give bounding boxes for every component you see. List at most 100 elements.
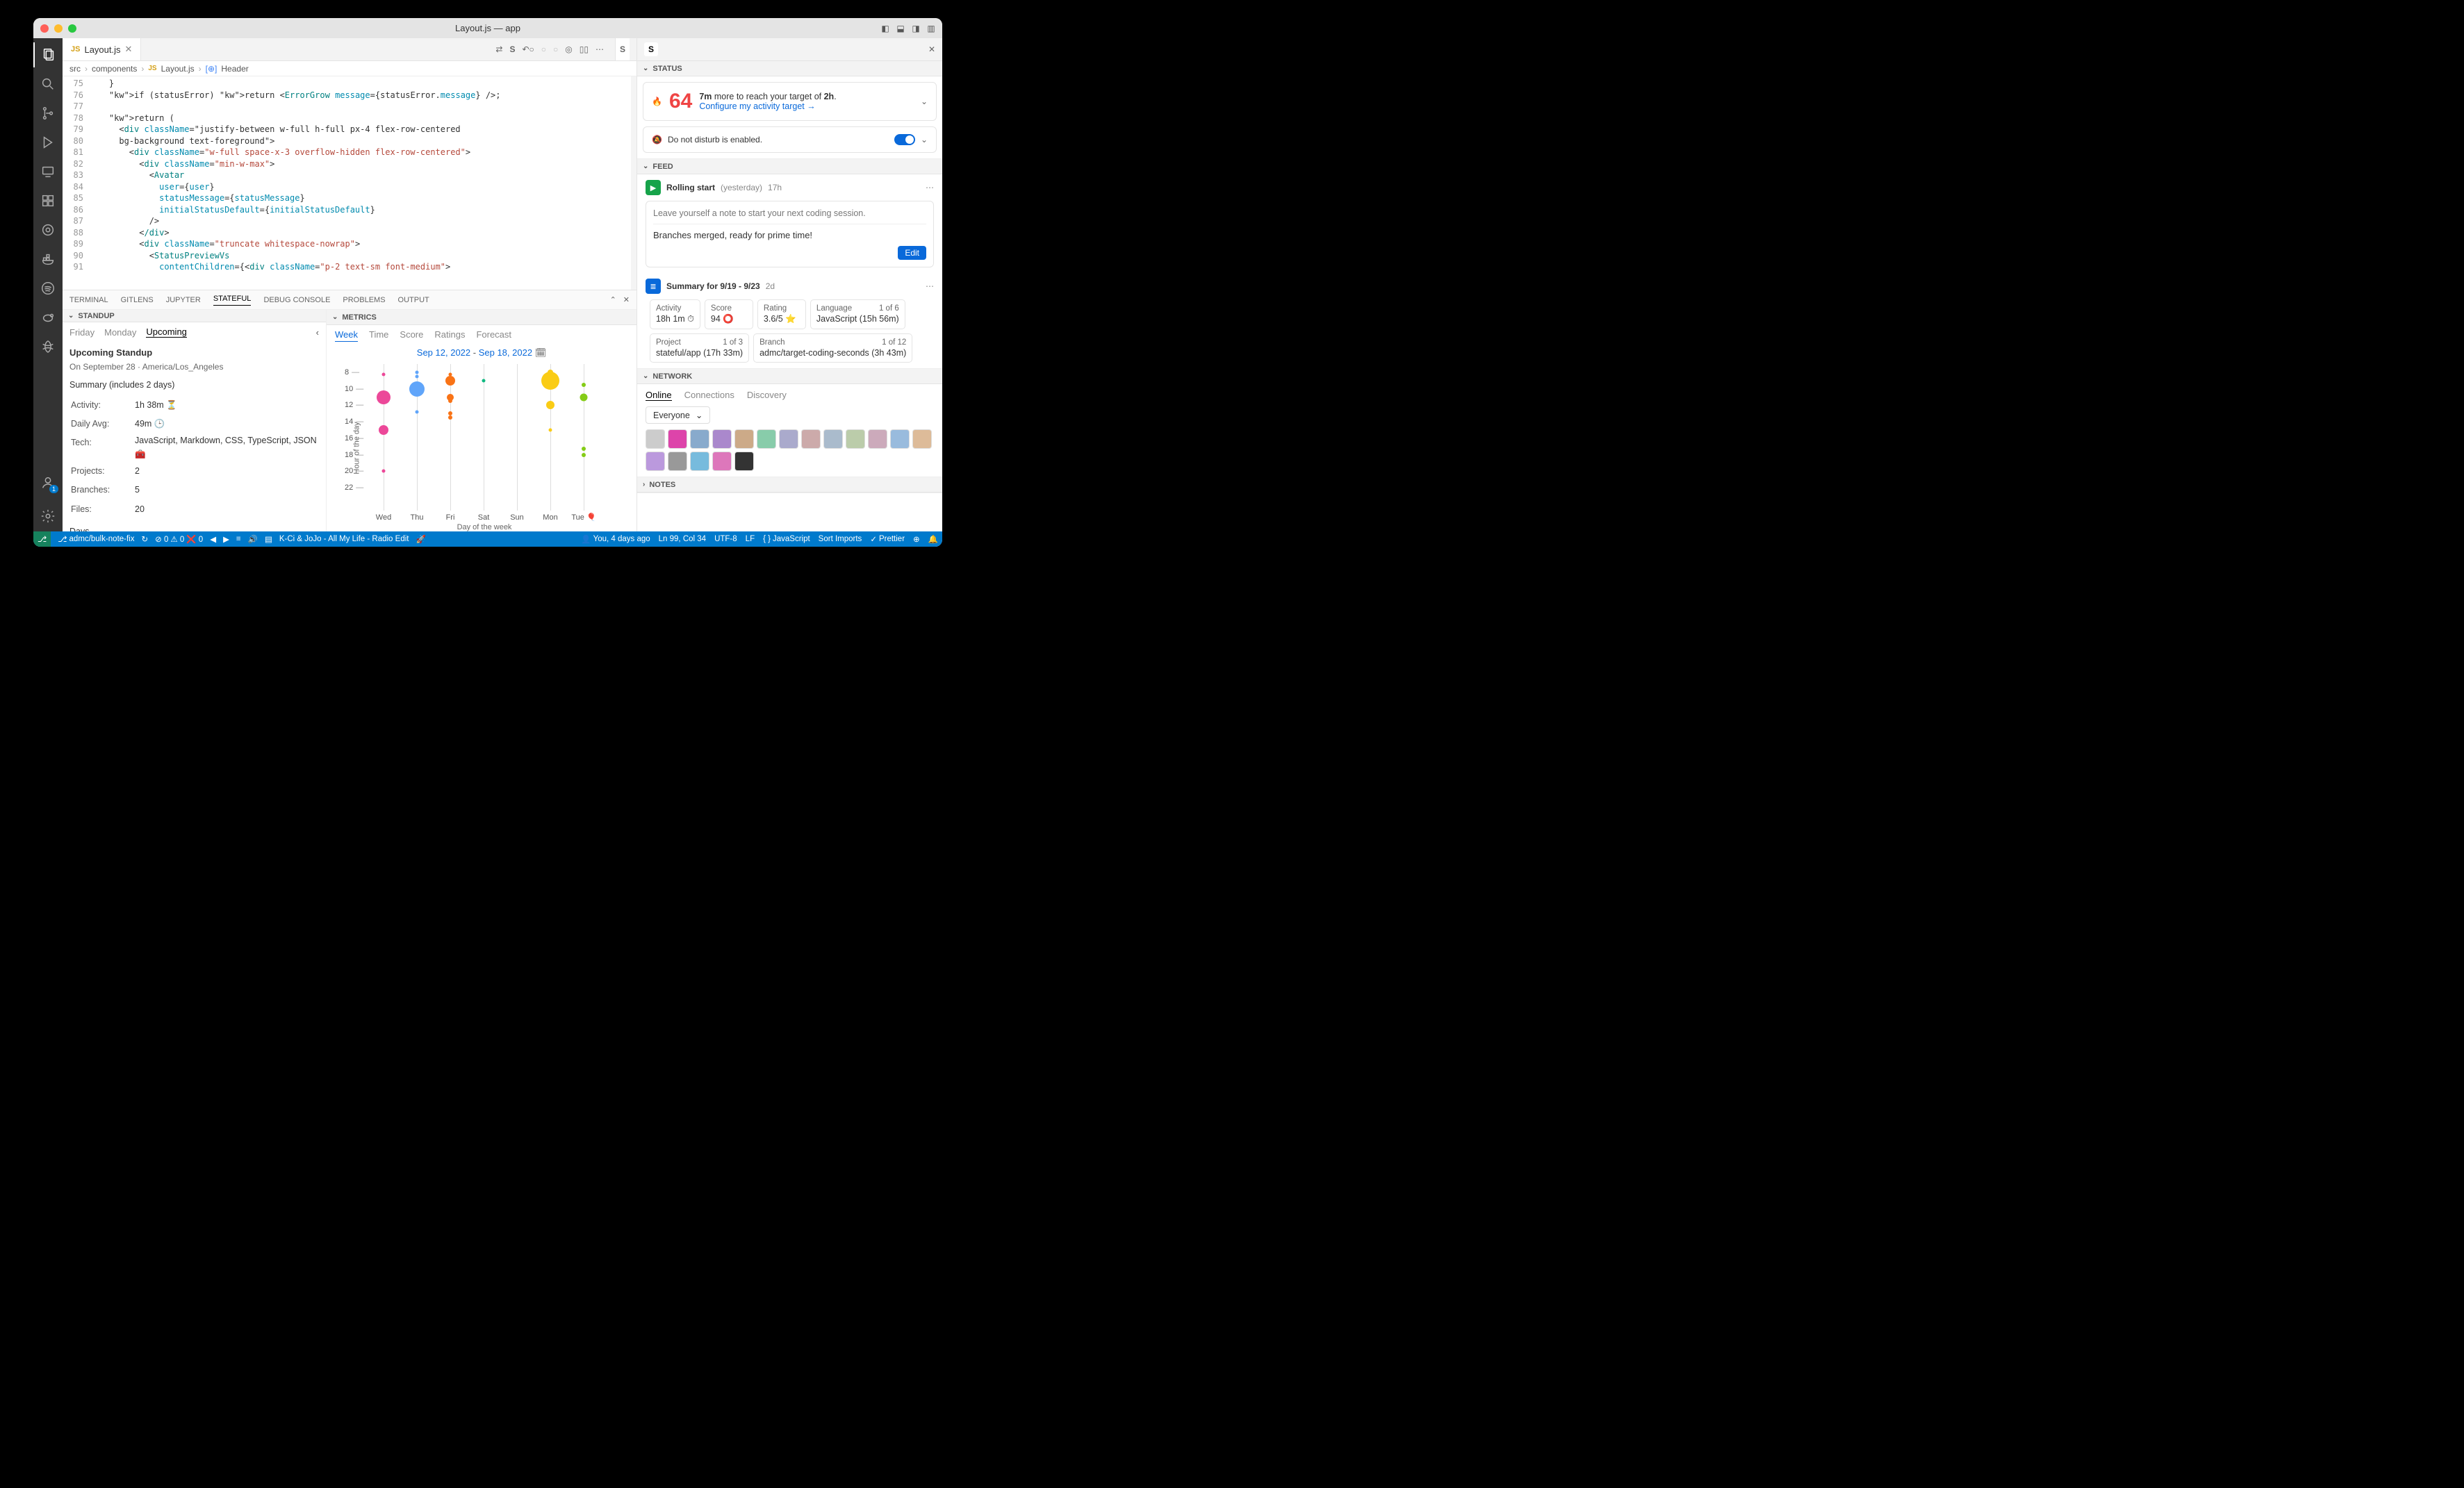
encoding[interactable]: UTF-8 — [714, 534, 737, 544]
standup-tab[interactable]: Upcoming — [146, 326, 187, 338]
user-avatar[interactable] — [868, 429, 887, 449]
summary-card[interactable]: Rating3.6/5 ⭐ — [757, 299, 806, 329]
panel-left-icon[interactable]: ◧ — [880, 24, 891, 33]
metric-tab[interactable]: Score — [400, 329, 423, 342]
network-tab[interactable]: Online — [646, 390, 672, 401]
panel-tab[interactable]: OUTPUT — [398, 296, 429, 304]
git-commit-icon[interactable]: ↶○ — [522, 44, 534, 54]
remote-explorer-icon[interactable] — [33, 159, 63, 184]
prettier[interactable]: ✓ Prettier — [870, 534, 905, 544]
user-avatar[interactable] — [890, 429, 910, 449]
notes-header[interactable]: ›NOTES — [637, 477, 942, 493]
compass-icon[interactable] — [33, 334, 63, 359]
user-avatar[interactable] — [801, 429, 821, 449]
summary-card[interactable]: Language1 of 6JavaScript (15h 56m) — [810, 299, 905, 329]
git-branch[interactable]: ⎇ admc/bulk-note-fix — [58, 534, 134, 544]
user-avatar[interactable] — [846, 429, 865, 449]
minimize-window-button[interactable] — [54, 24, 63, 33]
panel-tab[interactable]: DEBUG CONSOLE — [263, 296, 330, 304]
panel-bottom-icon[interactable]: ⬓ — [895, 24, 906, 33]
docker-icon[interactable] — [33, 247, 63, 272]
bell-icon[interactable]: 🔔 — [928, 534, 938, 544]
standup-tab[interactable]: Friday — [69, 327, 95, 338]
panel-tab[interactable]: JUPYTER — [166, 296, 201, 304]
target-icon[interactable]: ◎ — [565, 44, 572, 54]
user-avatar[interactable] — [823, 429, 843, 449]
sort-imports[interactable]: Sort Imports — [819, 534, 862, 544]
expand-icon[interactable]: ⌄ — [921, 135, 928, 144]
sync-icon[interactable]: ↻ — [142, 534, 149, 544]
panel-tab[interactable]: PROBLEMS — [343, 296, 385, 304]
panel-right-icon[interactable]: ◨ — [910, 24, 921, 33]
stateful-s-icon[interactable]: S — [509, 44, 515, 54]
metrics-header[interactable]: ⌄METRICS — [327, 310, 636, 325]
user-avatar[interactable] — [712, 429, 732, 449]
git-blame[interactable]: 👤 You, 4 days ago — [581, 534, 650, 544]
configure-target-link[interactable]: Configure my activity target → — [699, 101, 815, 111]
user-avatar[interactable] — [690, 429, 709, 449]
panel-tab[interactable]: GITLENS — [121, 296, 154, 304]
explorer-icon[interactable] — [33, 42, 63, 67]
crumb[interactable]: Header — [221, 64, 248, 74]
cursor-pos[interactable]: Ln 99, Col 34 — [659, 534, 706, 544]
status-header[interactable]: ⌄STATUS — [637, 61, 942, 76]
network-tab[interactable]: Connections — [684, 390, 734, 401]
debug-play-icon[interactable]: ▶ — [223, 534, 229, 544]
crumb[interactable]: Layout.js — [161, 64, 195, 74]
search-icon[interactable] — [33, 72, 63, 97]
user-avatar[interactable] — [646, 452, 665, 471]
spotify-icon[interactable] — [33, 276, 63, 301]
turtle-icon[interactable] — [33, 305, 63, 330]
user-avatar[interactable] — [690, 452, 709, 471]
gitlens-icon[interactable] — [33, 217, 63, 242]
minimap[interactable] — [631, 76, 636, 290]
network-tab[interactable]: Discovery — [747, 390, 787, 401]
crumb[interactable]: components — [92, 64, 137, 74]
account-icon[interactable]: 1 — [33, 470, 63, 495]
metric-tab[interactable]: Week — [335, 329, 358, 342]
feed-more-icon[interactable]: ⋯ — [926, 281, 934, 291]
panel-tab[interactable]: STATEFUL — [213, 295, 252, 306]
user-avatar[interactable] — [779, 429, 798, 449]
split-editor-icon[interactable]: ▯▯ — [580, 44, 589, 54]
nav-back-icon[interactable]: ○ — [541, 44, 546, 54]
close-sidebar-icon[interactable]: ✕ — [928, 44, 935, 54]
debug-prev-icon[interactable]: ◀ — [210, 534, 216, 544]
metric-tab[interactable]: Ratings — [434, 329, 465, 342]
metric-tab[interactable]: Forecast — [476, 329, 511, 342]
standup-tab[interactable]: Monday — [104, 327, 136, 338]
scope-selector[interactable]: Everyone⌄ — [646, 406, 710, 424]
settings-gear-icon[interactable] — [33, 504, 63, 529]
standup-header[interactable]: ⌄STANDUP — [63, 310, 326, 322]
user-avatar[interactable] — [668, 429, 687, 449]
user-avatar[interactable] — [912, 429, 932, 449]
now-playing[interactable]: K-Ci & JoJo - All My Life - Radio Edit — [279, 535, 409, 543]
more-icon[interactable]: ⋯ — [596, 44, 604, 54]
summary-card[interactable]: Score94 ⭕ — [705, 299, 753, 329]
user-avatar[interactable] — [712, 452, 732, 471]
crumb[interactable]: src — [69, 64, 81, 74]
book-icon[interactable]: ▤ — [265, 534, 272, 544]
date-range[interactable]: Sep 12, 2022 - Sep 18, 2022 🗓 — [327, 346, 636, 360]
eol[interactable]: LF — [746, 534, 755, 544]
breadcrumb[interactable]: src› components› JS Layout.js› [⊕] Heade… — [63, 61, 636, 76]
editor-tab[interactable]: JS Layout.js ✕ — [63, 38, 141, 60]
user-avatar[interactable] — [734, 429, 754, 449]
code-editor[interactable]: 7576777879808182838485868788899091 } "kw… — [63, 76, 636, 290]
user-avatar[interactable] — [668, 452, 687, 471]
compare-icon[interactable]: ⇄ — [495, 44, 502, 54]
user-avatar[interactable] — [646, 429, 665, 449]
maximize-window-button[interactable] — [68, 24, 76, 33]
source-control-icon[interactable] — [33, 101, 63, 126]
nav-fwd-icon[interactable]: ○ — [553, 44, 558, 54]
panel-chevron-up-icon[interactable]: ⌃ — [610, 295, 616, 304]
rocket-icon[interactable]: 🚀 — [416, 534, 425, 544]
layout-customize-icon[interactable]: ▥ — [926, 24, 937, 33]
edit-note-button[interactable]: Edit — [898, 246, 926, 260]
feed-more-icon[interactable]: ⋯ — [926, 183, 934, 192]
close-tab-icon[interactable]: ✕ — [125, 44, 133, 55]
problems[interactable]: ⊘ 0 ⚠ 0 ❌ 0 — [155, 534, 203, 544]
language-mode[interactable]: { } JavaScript — [763, 534, 810, 544]
network-header[interactable]: ⌄NETWORK — [637, 369, 942, 384]
panel-close-icon[interactable]: ✕ — [623, 295, 630, 304]
